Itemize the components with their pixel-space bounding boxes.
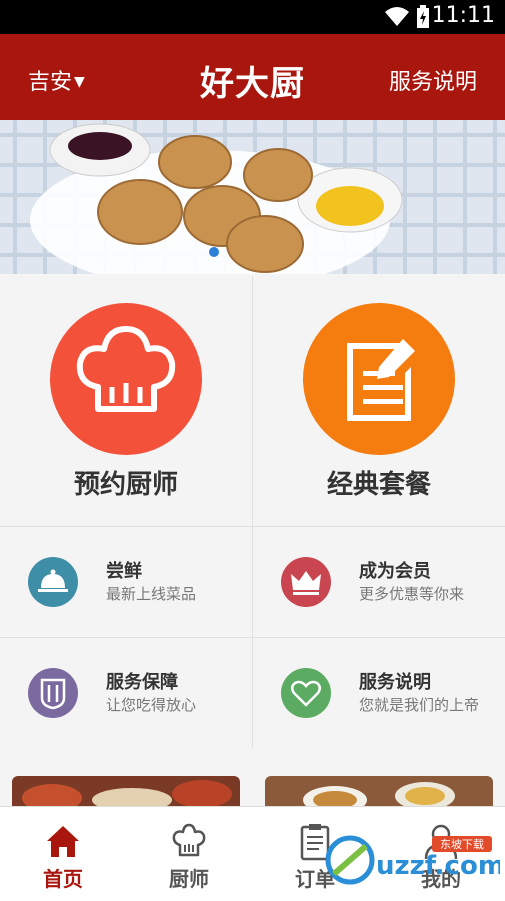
wifi-icon bbox=[385, 7, 409, 26]
classic-set-label: 经典套餐 bbox=[326, 470, 431, 500]
clock: 11:11 bbox=[431, 3, 495, 28]
divider bbox=[252, 638, 253, 748]
banner-image bbox=[0, 120, 505, 274]
divider bbox=[252, 276, 253, 526]
cloche-icon bbox=[28, 557, 78, 607]
heart-icon bbox=[281, 668, 331, 718]
home-icon bbox=[47, 826, 79, 857]
food-thumbnail[interactable] bbox=[265, 776, 493, 806]
divider bbox=[252, 527, 253, 637]
tab-home[interactable]: 首页 bbox=[0, 807, 126, 901]
fork-knife-icon bbox=[28, 668, 78, 718]
tab-chef[interactable]: 厨师 bbox=[126, 807, 252, 901]
crown-icon bbox=[281, 557, 331, 607]
book-chef-button[interactable]: 预约厨师 bbox=[0, 276, 252, 526]
notepad-pen-icon bbox=[303, 303, 455, 455]
item-title: 服务说明 bbox=[359, 672, 431, 693]
food-thumbnail[interactable] bbox=[12, 776, 240, 806]
service-guarantee-item[interactable]: 服务保障 让您吃得放心 bbox=[0, 638, 252, 748]
site-watermark: 东坡下载 uzzf.com bbox=[320, 830, 505, 890]
battery-charging-icon bbox=[417, 5, 429, 28]
service-info-item[interactable]: 服务说明 您就是我们的上帝 bbox=[253, 638, 505, 748]
tab-label: 厨师 bbox=[169, 867, 209, 891]
app-bar: 吉安 ▼ 好大厨 服务说明 bbox=[0, 34, 505, 120]
promo-banner[interactable] bbox=[0, 120, 505, 274]
become-member-item[interactable]: 成为会员 更多优惠等你来 bbox=[253, 527, 505, 637]
status-bar: 11:11 bbox=[0, 0, 505, 34]
book-chef-label: 预约厨师 bbox=[73, 470, 178, 500]
try-new-dishes-item[interactable]: 尝鲜 最新上线菜品 bbox=[0, 527, 252, 637]
item-title: 服务保障 bbox=[106, 672, 178, 693]
item-subtitle: 让您吃得放心 bbox=[106, 696, 197, 714]
item-subtitle: 更多优惠等你来 bbox=[359, 585, 465, 603]
item-subtitle: 您就是我们的上帝 bbox=[359, 696, 480, 714]
watermark-tag: 东坡下载 bbox=[440, 838, 484, 851]
chef-hat-icon bbox=[50, 303, 202, 455]
feature-row-1: 尝鲜 最新上线菜品 成为会员 更多优惠等你来 bbox=[0, 527, 505, 638]
item-title: 成为会员 bbox=[359, 561, 431, 582]
tab-label: 首页 bbox=[43, 867, 83, 891]
recommend-thumbnails bbox=[0, 748, 505, 806]
feature-row-2: 服务保障 让您吃得放心 服务说明 您就是我们的上帝 bbox=[0, 638, 505, 749]
item-title: 尝鲜 bbox=[106, 561, 142, 582]
chef-hat-icon bbox=[172, 823, 206, 857]
item-subtitle: 最新上线菜品 bbox=[106, 585, 197, 603]
classic-set-button[interactable]: 经典套餐 bbox=[253, 276, 505, 526]
service-info-link[interactable]: 服务说明 bbox=[389, 64, 477, 96]
watermark-text: uzzf.com bbox=[376, 851, 500, 881]
main-features: 预约厨师 经典套餐 bbox=[0, 276, 505, 527]
